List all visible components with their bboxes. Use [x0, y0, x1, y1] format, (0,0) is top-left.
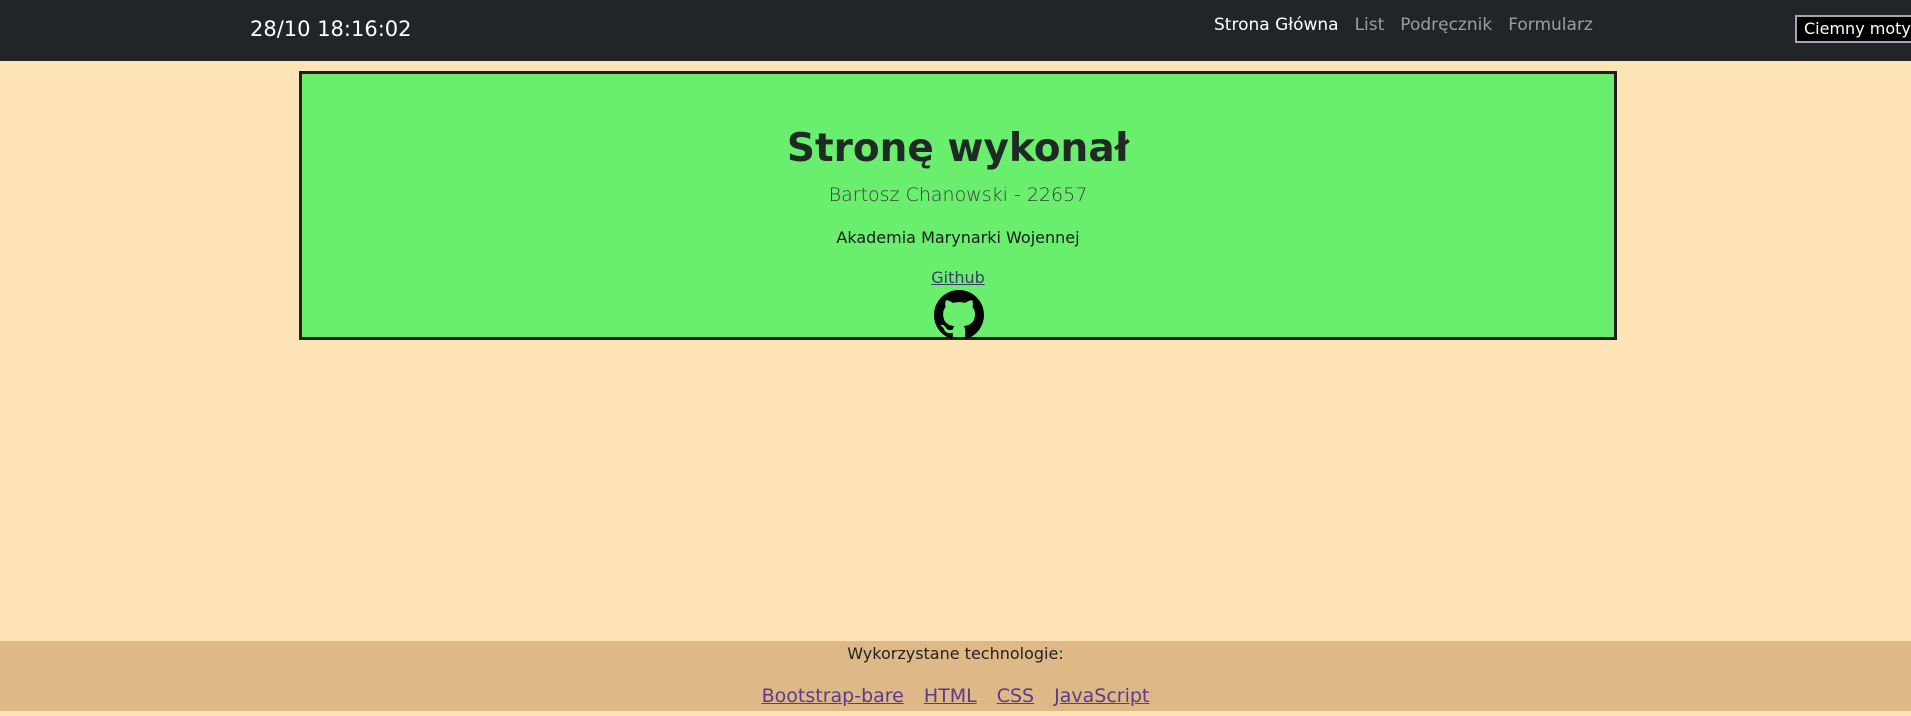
- nav-link-list[interactable]: List: [1355, 15, 1385, 35]
- card-title: Stronę wykonał: [786, 126, 1130, 171]
- footer: Wykorzystane technologie: Bootstrap-bare…: [0, 641, 1911, 716]
- nav-link-handbook[interactable]: Podręcznik: [1400, 15, 1492, 35]
- top-navbar: 28/10 18:16:02 Strona Główna List Podręc…: [0, 0, 1911, 61]
- footer-link-css[interactable]: CSS: [997, 685, 1034, 707]
- nav-link-form[interactable]: Formularz: [1508, 15, 1593, 35]
- footer-links: Bootstrap-bare HTML CSS JavaScript: [0, 685, 1911, 707]
- github-link[interactable]: Github: [302, 268, 1614, 287]
- footer-link-html[interactable]: HTML: [924, 685, 977, 707]
- footer-link-javascript[interactable]: JavaScript: [1054, 685, 1149, 707]
- clock: 28/10 18:16:02: [250, 17, 412, 41]
- school-name: Akademia Marynarki Wojennej: [836, 228, 1080, 247]
- author-name: Bartosz Chanowski - 22657: [828, 184, 1088, 206]
- dark-theme-button[interactable]: Ciemny motyw: [1795, 15, 1911, 43]
- nav-menu: Strona Główna List Podręcznik Formularz: [1214, 15, 1593, 35]
- footer-link-bootstrap[interactable]: Bootstrap-bare: [762, 685, 904, 707]
- bottom-strip: [0, 711, 1911, 716]
- footer-title: Wykorzystane technologie:: [847, 644, 1064, 663]
- github-icon[interactable]: [934, 290, 984, 340]
- nav-link-home[interactable]: Strona Główna: [1214, 15, 1339, 35]
- author-card: Stronę wykonał Bartosz Chanowski - 22657…: [299, 71, 1617, 340]
